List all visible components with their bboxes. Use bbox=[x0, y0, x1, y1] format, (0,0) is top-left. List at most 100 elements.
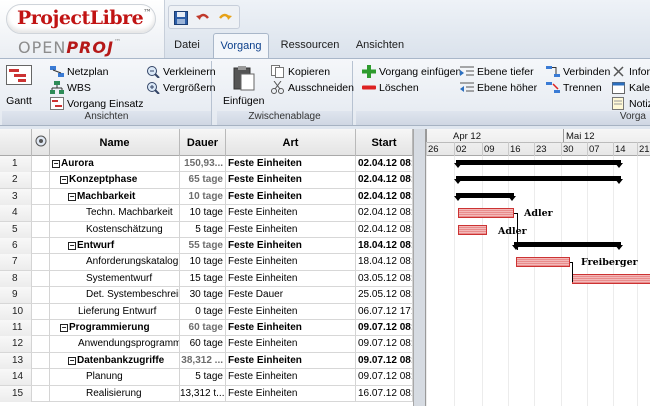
duration-cell[interactable]: 13,312 t... bbox=[180, 385, 226, 402]
row-number[interactable]: 2 bbox=[0, 172, 32, 189]
start-cell[interactable]: 25.05.12 08:00 bbox=[356, 287, 413, 304]
row-number[interactable]: 1 bbox=[0, 156, 32, 172]
zoom-out-button[interactable]: Verkleinern bbox=[146, 65, 216, 78]
task-bar[interactable] bbox=[458, 224, 487, 235]
task-name-cell[interactable]: Techn. Machbarkeit bbox=[50, 205, 180, 222]
summary-bar-cap[interactable] bbox=[615, 163, 623, 168]
task-bar[interactable] bbox=[458, 208, 514, 219]
type-cell[interactable]: Feste Einheiten bbox=[226, 238, 356, 254]
header-art[interactable]: Art bbox=[226, 129, 356, 156]
table-row[interactable]: 5 Kostenschätzung 5 tage Feste Einheiten 02.… bbox=[0, 221, 413, 238]
type-cell[interactable]: Feste Einheiten bbox=[226, 188, 356, 205]
summary-bar-cap[interactable] bbox=[454, 163, 462, 168]
start-cell[interactable]: 06.07.12 17:00 bbox=[356, 303, 413, 320]
summary-bar[interactable] bbox=[514, 242, 621, 247]
row-number[interactable]: 9 bbox=[0, 287, 32, 304]
link-button[interactable]: Verbinden bbox=[546, 65, 610, 78]
type-cell[interactable]: Feste Einheiten bbox=[226, 385, 356, 402]
table-row[interactable]: 4 Techn. Machbarkeit 10 tage Feste Einheite… bbox=[0, 205, 413, 222]
summary-bar-cap[interactable] bbox=[454, 195, 462, 201]
tab-ressourcen[interactable]: Ressourcen bbox=[275, 33, 345, 59]
task-name-cell[interactable]: Realisierung bbox=[50, 385, 180, 402]
summary-bar-cap[interactable] bbox=[615, 245, 623, 250]
row-number[interactable]: 6 bbox=[0, 238, 32, 254]
table-row[interactable]: 12 Anwendungsprogramme 60 tage Feste Einhei… bbox=[0, 336, 413, 353]
task-name-cell[interactable]: − Entwurf bbox=[50, 238, 180, 254]
task-name-cell[interactable]: − Aurora bbox=[50, 156, 180, 172]
calendar-button[interactable]: Kaler bbox=[612, 81, 650, 94]
tab-vorgang[interactable]: Vorgang bbox=[213, 33, 269, 59]
row-number[interactable]: 5 bbox=[0, 221, 32, 238]
start-cell[interactable]: 02.04.12 08:00 bbox=[356, 156, 413, 172]
duration-cell[interactable]: 5 tage bbox=[180, 369, 226, 386]
start-cell[interactable]: 18.04.12 08:00 bbox=[356, 254, 413, 271]
row-number[interactable]: 3 bbox=[0, 188, 32, 205]
cut-button[interactable]: Ausschneiden bbox=[271, 81, 354, 94]
collapse-toggle[interactable]: − bbox=[68, 192, 76, 201]
duration-cell[interactable]: 65 tage bbox=[180, 172, 226, 189]
table-row[interactable]: 3− Machbarkeit 10 tage Feste Einheiten 02.04… bbox=[0, 188, 413, 206]
type-cell[interactable]: Feste Einheiten bbox=[226, 320, 356, 336]
delete-button[interactable]: Löschen bbox=[362, 81, 419, 94]
duration-cell[interactable]: 5 tage bbox=[180, 221, 226, 238]
row-number[interactable]: 7 bbox=[0, 254, 32, 271]
duration-cell[interactable]: 10 tage bbox=[180, 205, 226, 222]
paste-button[interactable]: Einfügen bbox=[223, 65, 264, 107]
note-button[interactable]: Notiz bbox=[612, 97, 650, 110]
copy-button[interactable]: Kopieren bbox=[271, 65, 330, 78]
indent-button[interactable]: Ebene tiefer bbox=[460, 65, 534, 78]
table-row[interactable]: 9 Det. Systembeschreibu 30 tage Feste Dauer… bbox=[0, 287, 413, 304]
table-row[interactable]: 15 Realisierung 13,312 t... Feste Einheiten… bbox=[0, 385, 413, 402]
table-row[interactable]: 11− Programmierung 60 tage Feste Einheiten 0… bbox=[0, 320, 413, 337]
type-cell[interactable]: Feste Einheiten bbox=[226, 303, 356, 320]
start-cell[interactable]: 02.04.12 08:00 bbox=[356, 188, 413, 205]
summary-bar-cap[interactable] bbox=[512, 245, 520, 250]
start-cell[interactable]: 03.05.12 08:00 bbox=[356, 270, 413, 287]
outdent-button[interactable]: Ebene höher bbox=[460, 81, 537, 94]
info-button[interactable]: Infor bbox=[612, 65, 650, 78]
pane-splitter[interactable] bbox=[413, 129, 425, 406]
task-name-cell[interactable]: Anwendungsprogramme bbox=[50, 336, 180, 353]
start-cell[interactable]: 09.07.12 08:00 bbox=[356, 369, 413, 386]
start-cell[interactable]: 09.07.12 08:00 bbox=[356, 320, 413, 336]
table-row[interactable]: 14 Planung 5 tage Feste Einheiten 09.07.12 0… bbox=[0, 369, 413, 386]
undo-button[interactable] bbox=[194, 9, 212, 27]
duration-cell[interactable]: 30 tage bbox=[180, 287, 226, 304]
type-cell[interactable]: Feste Einheiten bbox=[226, 369, 356, 386]
tab-ansichten[interactable]: Ansichten bbox=[349, 33, 411, 59]
task-name-cell[interactable]: − Machbarkeit bbox=[50, 188, 180, 205]
summary-bar-cap[interactable] bbox=[615, 179, 623, 185]
collapse-toggle[interactable]: − bbox=[60, 176, 68, 185]
duration-cell[interactable]: 10 tage bbox=[180, 254, 226, 271]
task-name-cell[interactable]: − Datenbankzugriffe bbox=[50, 352, 180, 369]
start-cell[interactable]: 18.04.12 08:00 bbox=[356, 238, 413, 254]
table-row[interactable]: 10 Lieferung Entwurf 0 tage Feste Einheiten… bbox=[0, 303, 413, 320]
start-cell[interactable]: 02.04.12 08:00 bbox=[356, 221, 413, 238]
type-cell[interactable]: Feste Einheiten bbox=[226, 270, 356, 287]
table-row[interactable]: 1− Aurora 150,93... Feste Einheiten 02.04.12… bbox=[0, 156, 413, 173]
row-number[interactable]: 15 bbox=[0, 385, 32, 402]
collapse-toggle[interactable]: − bbox=[68, 242, 76, 250]
wbs-button[interactable]: WBS bbox=[50, 81, 91, 94]
zoom-in-button[interactable]: Vergrößern bbox=[146, 81, 216, 94]
header-dauer[interactable]: Dauer bbox=[180, 129, 226, 156]
summary-bar-cap[interactable] bbox=[508, 195, 516, 201]
task-bar[interactable] bbox=[516, 257, 570, 268]
summary-bar[interactable] bbox=[456, 192, 514, 198]
redo-button[interactable] bbox=[216, 9, 234, 27]
netzplan-button[interactable]: Netzplan bbox=[50, 65, 108, 78]
start-cell[interactable]: 09.07.12 08:00 bbox=[356, 336, 413, 353]
duration-cell[interactable]: 60 tage bbox=[180, 336, 226, 353]
row-number[interactable]: 12 bbox=[0, 336, 32, 353]
save-button[interactable] bbox=[172, 9, 190, 27]
duration-cell[interactable]: 150,93... bbox=[180, 156, 226, 172]
task-name-cell[interactable]: Systementwurf bbox=[50, 270, 180, 287]
start-cell[interactable]: 02.04.12 08:00 bbox=[356, 172, 413, 189]
type-cell[interactable]: Feste Einheiten bbox=[226, 352, 356, 369]
type-cell[interactable]: Feste Einheiten bbox=[226, 205, 356, 222]
table-row[interactable]: 6− Entwurf 55 tage Feste Einheiten 18.04.12 … bbox=[0, 238, 413, 255]
type-cell[interactable]: Feste Einheiten bbox=[226, 172, 356, 189]
table-row[interactable]: 7 Anforderungskatalog 10 tage Feste Einheit… bbox=[0, 254, 413, 271]
row-number[interactable]: 8 bbox=[0, 270, 32, 287]
type-cell[interactable]: Feste Einheiten bbox=[226, 254, 356, 271]
